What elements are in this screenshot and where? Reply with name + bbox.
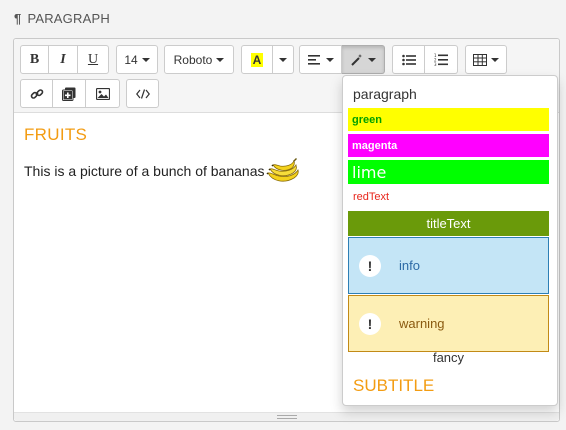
table-dropdown[interactable] — [465, 45, 507, 74]
pilcrow-icon: ¶ — [14, 10, 22, 26]
align-left-icon — [307, 54, 320, 65]
magic-wand-icon — [351, 53, 363, 66]
highlight-color-dropdown[interactable] — [273, 45, 294, 74]
exclamation-icon: ! — [359, 254, 381, 277]
code-view-button[interactable] — [126, 79, 159, 108]
italic-button[interactable]: I — [49, 45, 78, 74]
ordered-list-button[interactable]: 1 2 3 — [425, 45, 458, 74]
bullet-list-icon — [401, 54, 416, 65]
style-option-titletext[interactable]: titleText — [348, 211, 549, 236]
style-option-fancy[interactable]: fancy — [348, 348, 549, 366]
table-icon — [473, 53, 487, 66]
svg-text:3: 3 — [434, 62, 437, 66]
chevron-down-icon — [325, 57, 334, 62]
chevron-down-icon — [216, 57, 225, 62]
style-option-magenta[interactable]: magenta — [348, 134, 549, 157]
resize-handle[interactable] — [14, 412, 559, 421]
unordered-list-button[interactable] — [392, 45, 425, 74]
chevron-down-icon — [491, 57, 499, 62]
font-size-dropdown[interactable]: 14 — [116, 45, 158, 74]
chevron-down-icon — [141, 57, 150, 62]
style-option-subtitle[interactable]: SUBTITLE — [348, 374, 549, 398]
image-icon — [95, 87, 110, 100]
exclamation-icon: ! — [359, 312, 381, 335]
style-option-paragraph[interactable]: paragraph — [348, 84, 549, 104]
insert-image-button[interactable] — [86, 79, 120, 108]
align-dropdown[interactable] — [299, 45, 342, 74]
insert-media-button[interactable] — [53, 79, 86, 108]
chevron-down-icon — [279, 57, 287, 62]
style-option-warning[interactable]: ! warning — [348, 295, 549, 352]
chevron-down-icon — [368, 57, 376, 62]
style-option-lime[interactable]: lime — [348, 160, 549, 184]
code-icon — [135, 88, 150, 99]
section-header: ¶ PARAGRAPH — [14, 8, 110, 28]
underline-button[interactable]: U — [78, 45, 109, 74]
section-title: PARAGRAPH — [27, 10, 110, 26]
banana-image — [266, 158, 300, 182]
numbered-list-icon: 1 2 3 — [434, 53, 448, 66]
style-dropdown-button[interactable] — [342, 45, 385, 74]
bold-button[interactable]: B — [20, 45, 49, 74]
style-dropdown-menu: paragraph green magenta lime redText tit… — [342, 75, 558, 406]
link-button[interactable] — [20, 79, 53, 108]
highlight-icon: A — [250, 52, 264, 67]
style-option-green[interactable]: green — [348, 108, 549, 131]
grip-icon — [276, 415, 297, 419]
link-icon — [30, 88, 43, 99]
add-media-icon — [62, 87, 76, 101]
font-family-dropdown[interactable]: Roboto — [164, 45, 234, 74]
highlight-color-button[interactable]: A — [241, 45, 273, 74]
style-option-info[interactable]: ! info — [348, 237, 549, 294]
style-option-redtext[interactable]: redText — [348, 187, 549, 207]
